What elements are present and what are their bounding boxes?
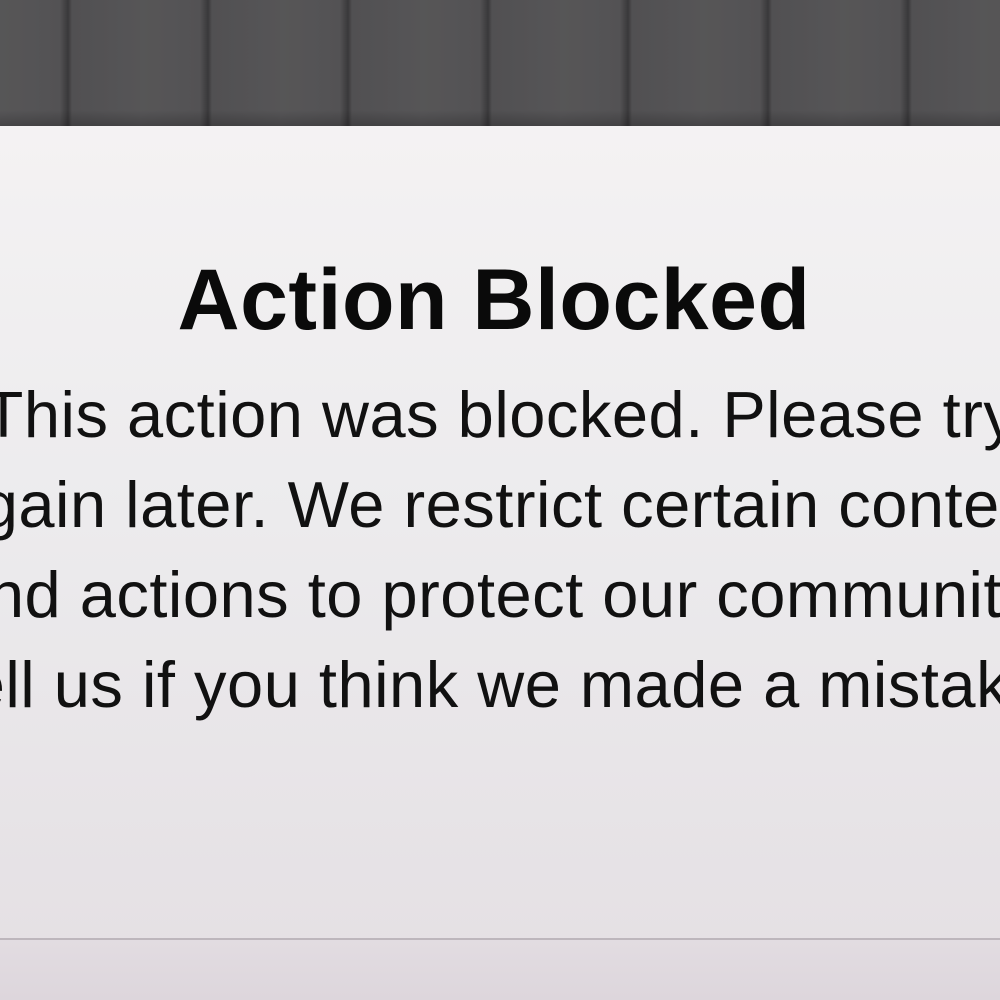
- dialog-title: Action Blocked: [177, 252, 811, 348]
- dialog-message: This action was blocked. Please try agai…: [0, 378, 1000, 721]
- action-blocked-dialog: Action Blocked This action was blocked. …: [0, 126, 1000, 1000]
- dialog-body: Action Blocked This action was blocked. …: [0, 126, 1000, 938]
- dialog-action-area[interactable]: [0, 940, 1000, 1000]
- background-wall: [0, 0, 1000, 130]
